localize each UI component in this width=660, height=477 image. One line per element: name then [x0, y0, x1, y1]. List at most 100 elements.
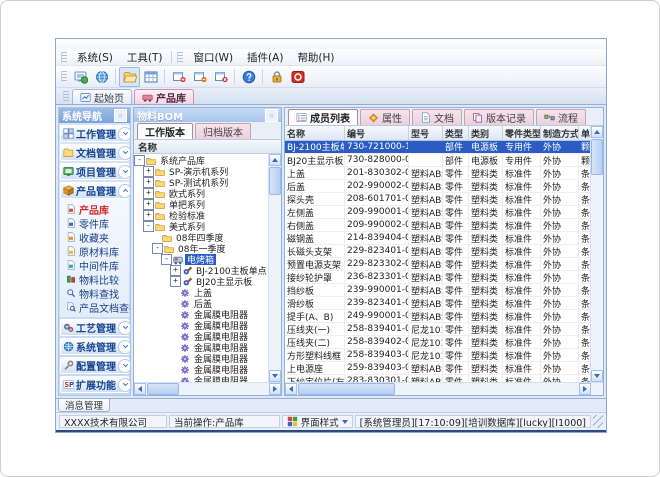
bom-tab-归档版本[interactable]: 归档版本: [195, 123, 251, 139]
sidebar-item-中间件库[interactable]: 中间件库: [60, 258, 129, 272]
scroll-right-icon[interactable]: [579, 383, 591, 395]
table-hscroll-thumb[interactable]: [298, 383, 395, 395]
collapse-icon[interactable]: -: [143, 221, 154, 232]
toolbar-button-grid-window-icon[interactable]: [140, 67, 161, 87]
column-header-制造方式[interactable]: 制造方式: [541, 126, 579, 140]
collapse-icon[interactable]: -: [161, 254, 172, 265]
sidebar-item-零件库[interactable]: 零件库: [60, 216, 129, 230]
table-horizontal-scrollbar[interactable]: [285, 382, 603, 395]
tree-node-单把系列[interactable]: +单把系列: [134, 199, 268, 210]
column-header-单位[interactable]: 单位: [579, 126, 590, 140]
table-row[interactable]: 右侧盖209-990002-01I塑料ABS零件塑料类标准件外协条: [285, 219, 590, 232]
column-header-零件类型[interactable]: 零件类型: [503, 126, 541, 140]
column-header-类别[interactable]: 类别: [469, 126, 503, 140]
sidebar-section-header-产品管理[interactable]: 产品管理: [60, 182, 129, 199]
toolbar-button-lock-icon[interactable]: [266, 67, 287, 87]
toolbar-button-window-edit-icon[interactable]: [189, 67, 210, 87]
chevron-down-icon[interactable]: [118, 378, 131, 392]
menubar-grip-2[interactable]: [177, 52, 183, 63]
table-row[interactable]: 下纱定位片(左)283-830301-00I塑料ABS零件塑料类标准件外协条: [285, 375, 590, 382]
members-tab-文档[interactable]: 文档: [412, 109, 462, 125]
sidebar-section-header-项目管理[interactable]: 项目管理: [60, 163, 129, 180]
chevron-down-icon[interactable]: [118, 127, 131, 141]
collapse-icon[interactable]: -: [134, 155, 145, 166]
sidebar-item-物料查找[interactable]: 物料查找: [60, 286, 129, 300]
expand-icon[interactable]: +: [143, 210, 154, 221]
tree-node-金属膜电阻器[interactable]: 金属膜电阻器: [134, 375, 268, 382]
bom-tab-工作版本[interactable]: 工作版本: [137, 123, 193, 139]
table-row[interactable]: 左侧盖209-990001-01I塑料ABS零件塑料类标准件外协条: [285, 206, 590, 219]
resize-grip[interactable]: [593, 415, 603, 428]
scroll-down-icon[interactable]: [591, 370, 603, 382]
tree-node-08年一季度[interactable]: -08年一季度: [134, 243, 268, 254]
tree-node-检验标准[interactable]: +检验标准: [134, 210, 268, 221]
sidebar-section-header-系统管理[interactable]: 系统管理: [60, 338, 129, 355]
expand-icon[interactable]: +: [170, 265, 181, 276]
toolbar-button-desktop-icon[interactable]: [70, 67, 91, 87]
members-tab-属性[interactable]: 属性: [360, 109, 410, 125]
toolbar-button-globe-icon[interactable]: [91, 67, 112, 87]
toolbar-button-open-folder-icon[interactable]: [119, 67, 140, 87]
sidebar-section-header-工作管理[interactable]: 工作管理: [60, 125, 129, 142]
table-row[interactable]: 磁钢盖214-839404-01I塑料ABS零件塑料类标准件外协条: [285, 232, 590, 245]
tree-node-美式系列[interactable]: -美式系列: [134, 221, 268, 232]
ui-style-button[interactable]: 界面样式: [282, 415, 353, 428]
tree-node-电烤箱[interactable]: -电烤箱: [134, 254, 268, 265]
sidebar-section-header-文档管理[interactable]: 文档管理: [60, 144, 129, 161]
table-row[interactable]: 压线夹(一)258-839401-00I尼龙1010零件塑料类标准件外协条: [285, 323, 590, 336]
tree-node-上盖[interactable]: 上盖: [134, 287, 268, 298]
toolbar-button-power-icon[interactable]: [287, 67, 308, 87]
tree-hscroll-thumb[interactable]: [147, 383, 179, 395]
column-header-类型[interactable]: 类型: [443, 126, 469, 140]
tree-node-SP-演示机系列[interactable]: +SP-演示机系列: [134, 166, 268, 177]
sidebar-item-收藏夹[interactable]: 收藏夹: [60, 230, 129, 244]
chevron-up-icon[interactable]: [118, 184, 131, 198]
tree-node-欧式系列[interactable]: +欧式系列: [134, 188, 268, 199]
tree-vscroll-thumb[interactable]: [269, 167, 281, 195]
scroll-left-icon[interactable]: [134, 383, 146, 395]
column-header-型号[interactable]: 型号: [409, 126, 443, 140]
tree-node-08年四季度[interactable]: 08年四季度: [134, 232, 268, 243]
members-tab-成员列表[interactable]: 成员列表: [288, 109, 358, 125]
tree-horizontal-scrollbar[interactable]: [134, 382, 281, 395]
doc-tab-产品库[interactable]: 产品库: [134, 89, 194, 104]
column-header-名称[interactable]: 名称: [285, 126, 345, 140]
tree-node-系统产品库[interactable]: -系统产品库: [134, 155, 268, 166]
expand-icon[interactable]: +: [143, 188, 154, 199]
members-tab-版本记录[interactable]: 版本记录: [464, 109, 534, 125]
expand-icon[interactable]: +: [143, 199, 154, 210]
table-row[interactable]: 上盖201-830302-00I塑料ABS零件塑料类标准件外协条: [285, 167, 590, 180]
table-vscroll-thumb[interactable]: [591, 139, 603, 175]
tree-node-后盖[interactable]: 后盖: [134, 298, 268, 309]
table-row[interactable]: 提手(A、B)249-990001-01I塑料ABS零件塑料类标准件外协条: [285, 310, 590, 323]
table-row[interactable]: 长磁头支架229-823401-00I塑料ABS零件塑料类标准件外协条: [285, 245, 590, 258]
tree-node-金属膜电阻器[interactable]: 金属膜电阻器: [134, 364, 268, 375]
toolbar-grip[interactable]: [61, 71, 67, 82]
tabstrip-grip[interactable]: [63, 91, 69, 102]
menu-item-4[interactable]: 插件(A): [240, 52, 290, 64]
sidebar-item-产品库[interactable]: 产品库: [60, 202, 129, 216]
menu-item-2[interactable]: 工具(T): [120, 52, 170, 64]
toolbar-button-window-delete-icon[interactable]: [210, 67, 231, 87]
menubar-grip[interactable]: [61, 52, 67, 63]
menu-item-5[interactable]: 帮助(H): [290, 52, 341, 64]
sidebar-section-header-工艺管理[interactable]: 工艺管理: [60, 319, 129, 336]
scroll-left-icon[interactable]: [285, 383, 297, 395]
table-row[interactable]: 探头壳208-601701-01I塑料ABS零件塑料类标准件外协条: [285, 193, 590, 206]
chevron-down-icon[interactable]: [118, 359, 131, 373]
table-row[interactable]: BJ20主显示板730-828000-04I部件电源板专用件外协颗: [285, 154, 590, 167]
expand-icon[interactable]: +: [143, 177, 154, 188]
expand-icon[interactable]: +: [170, 276, 181, 287]
members-tab-流程[interactable]: 流程: [536, 109, 586, 125]
scroll-right-icon[interactable]: [269, 383, 281, 395]
scroll-down-icon[interactable]: [269, 370, 281, 382]
table-row[interactable]: 预置电源支架229-823302-00I塑料ABS零件塑料类标准件外协条: [285, 258, 590, 271]
toolbar-button-help-icon[interactable]: [238, 67, 259, 87]
table-vertical-scrollbar[interactable]: [590, 126, 603, 382]
tree-node-金属膜电阻器[interactable]: 金属膜电阻器: [134, 309, 268, 320]
sidebar-section-header-扩展功能[interactable]: SP扩展功能: [60, 376, 129, 393]
chevron-down-icon[interactable]: [118, 340, 131, 354]
table-row[interactable]: 接纱轮护罩236-823301-00I塑料ABS零件塑料类标准件外协条: [285, 271, 590, 284]
tree-node-BJ20主显示板[interactable]: +BJ20主显示板: [134, 276, 268, 287]
tree-node-金属膜电阻器[interactable]: 金属膜电阻器: [134, 342, 268, 353]
